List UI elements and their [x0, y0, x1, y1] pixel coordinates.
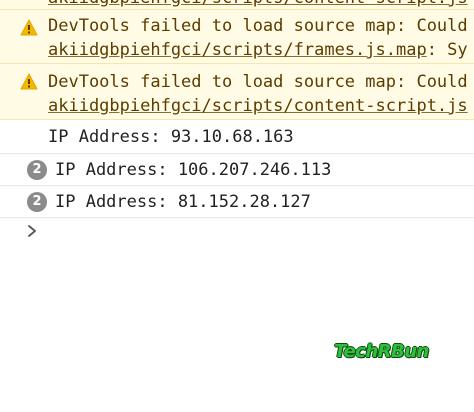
log-message: IP Address: 106.207.246.113 — [55, 160, 332, 180]
source-map-link[interactable]: akiidgbpiehfgci/scripts/content-script.j… — [48, 0, 468, 8]
console-log-entry: IP Address: 93.10.68.163 — [0, 120, 474, 154]
warning-triangle-icon — [20, 19, 38, 36]
repeat-count-badge: 2 — [27, 160, 47, 180]
console-warning: DevTools failed to load source map: Coul… — [0, 10, 474, 64]
log-message: IP Address: 81.152.28.127 — [55, 192, 311, 212]
devtools-console: akiidgbpiehfgci/scripts/content-script.j… — [0, 0, 474, 412]
source-map-link[interactable]: akiidgbpiehfgci/scripts/frames.js.map — [48, 40, 427, 60]
warning-message: DevTools failed to load source map: Coul… — [48, 72, 468, 92]
console-log-entry: 2 IP Address: 106.207.246.113 — [0, 154, 474, 186]
warning-message: DevTools failed to load source map: Coul… — [48, 16, 468, 36]
console-warning: DevTools failed to load source map: Coul… — [0, 64, 474, 120]
repeat-count-badge: 2 — [27, 192, 47, 212]
log-message: IP Address: 93.10.68.163 — [48, 127, 294, 147]
console-prompt-input[interactable] — [48, 218, 468, 244]
source-map-link[interactable]: akiidgbpiehfgci/scripts/content-script.j… — [48, 96, 468, 116]
console-warning-clipped: akiidgbpiehfgci/scripts/content-script.j… — [0, 0, 474, 10]
warning-triangle-icon — [20, 73, 38, 90]
warning-source-line: akiidgbpiehfgci/scripts/frames.js.map: S… — [48, 40, 468, 60]
chevron-right-icon — [28, 225, 36, 237]
warning-link-suffix: : Sy — [426, 40, 468, 60]
watermark-logo: TechRBun — [334, 341, 429, 362]
console-log-entry: 2 IP Address: 81.152.28.127 — [0, 186, 474, 218]
